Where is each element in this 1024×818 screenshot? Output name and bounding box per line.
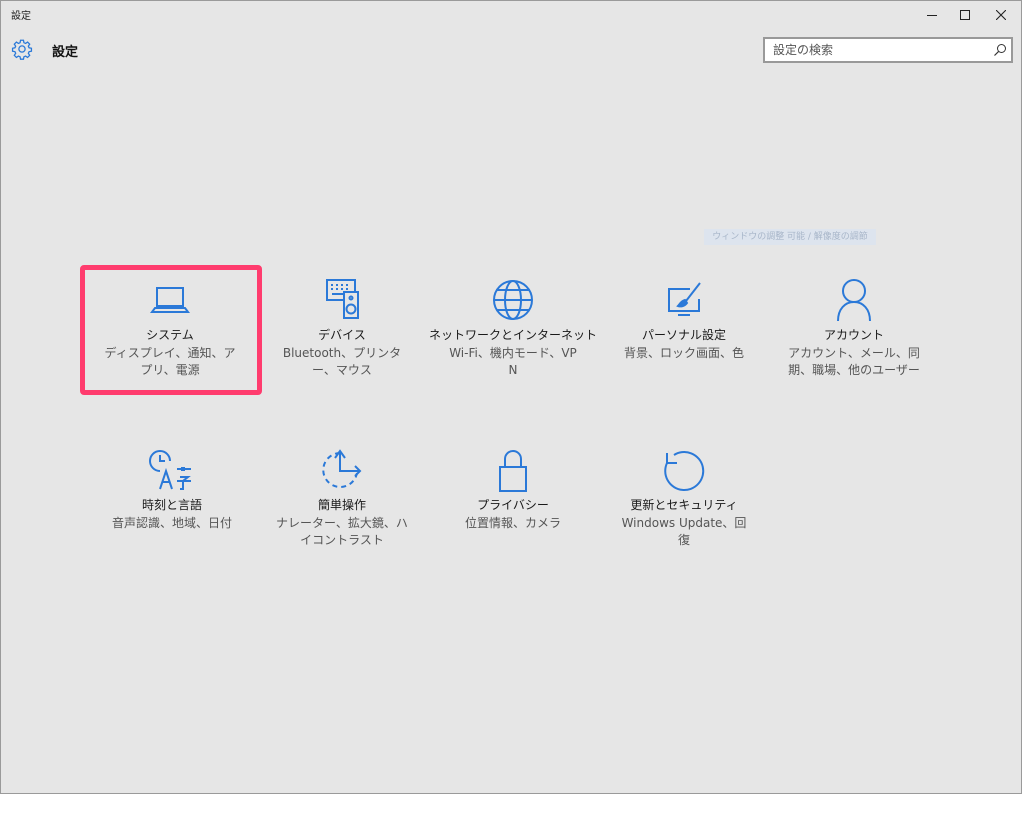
search-box[interactable] — [763, 37, 1013, 63]
watermark-text: ウィンドウの調整 可能 / 解像度の調節 — [704, 229, 876, 245]
maximize-icon — [960, 10, 970, 20]
close-icon — [996, 10, 1006, 20]
tile-update-security[interactable]: 更新とセキュリティ Windows Update、回復 — [598, 447, 770, 549]
personalization-icon — [668, 282, 701, 316]
minimize-icon — [927, 15, 937, 16]
laptop-icon — [150, 287, 190, 313]
tile-description: 音声認識、地域、日付 — [111, 516, 232, 530]
tile-label: 簡単操作 — [317, 498, 366, 512]
tile-label: デバイス — [318, 328, 366, 342]
tile-label: ネットワークとインターネット — [428, 328, 597, 342]
tile-label: アカウント — [823, 328, 884, 342]
tile-description: ディスプレイ、通知、アプリ、電源 — [104, 346, 236, 377]
tile-label: 更新とセキュリティ — [630, 498, 738, 512]
tile-label: 時刻と言語 — [141, 498, 202, 512]
window-title: 設定 — [11, 11, 31, 22]
tile-description: Wi-Fi、機内モード、VPN — [449, 346, 577, 377]
maximize-button[interactable] — [947, 1, 983, 29]
tile-description: 背景、ロック画面、色 — [623, 346, 744, 360]
person-icon — [837, 279, 871, 322]
time-language-icon — [149, 450, 191, 490]
tile-label: プライバシー — [477, 498, 549, 512]
search-input[interactable] — [765, 39, 993, 61]
tile-description: Windows Update、回復 — [621, 516, 747, 547]
page-title: 設定 — [52, 45, 79, 60]
gear-icon — [11, 39, 33, 60]
tile-network[interactable]: ネットワークとインターネット Wi-Fi、機内モード、VPN — [427, 277, 599, 379]
tile-system[interactable]: システム ディスプレイ、通知、アプリ、電源 — [84, 277, 256, 379]
tile-description: 位置情報、カメラ — [464, 516, 561, 530]
tile-description: アカウント、メール、同期、職場、他のユーザー — [788, 346, 920, 377]
tile-ease-of-access[interactable]: 簡単操作 ナレーター、拡大鏡、ハイコントラスト — [256, 447, 428, 549]
close-button[interactable] — [983, 1, 1019, 29]
tile-description: Bluetooth、プリンター、マウス — [282, 346, 402, 377]
tile-accounts[interactable]: アカウント アカウント、メール、同期、職場、他のユーザー — [768, 277, 940, 379]
tile-time-language[interactable]: 時刻と言語 音声認識、地域、日付 — [86, 447, 258, 532]
search-icon[interactable] — [993, 43, 1007, 57]
lock-icon — [499, 450, 527, 492]
tile-privacy[interactable]: プライバシー 位置情報、カメラ — [427, 447, 599, 532]
tile-label: システム — [146, 328, 194, 342]
tile-label: パーソナル設定 — [641, 328, 726, 342]
devices-icon — [326, 279, 359, 319]
settings-window: 設定 設定 ウィンドウの調整 可能 / 解像度の調節 — [0, 0, 1022, 794]
globe-icon — [493, 280, 533, 320]
ease-of-access-icon — [322, 449, 362, 488]
update-icon — [664, 451, 705, 491]
tile-personalization[interactable]: パーソナル設定 背景、ロック画面、色 — [598, 277, 770, 362]
title-bar[interactable]: 設定 — [1, 1, 1021, 29]
minimize-button[interactable] — [914, 1, 950, 29]
settings-header: 設定 — [1, 37, 1021, 63]
tile-description: ナレーター、拡大鏡、ハイコントラスト — [276, 516, 408, 547]
tile-devices[interactable]: デバイス Bluetooth、プリンター、マウス — [256, 277, 428, 379]
